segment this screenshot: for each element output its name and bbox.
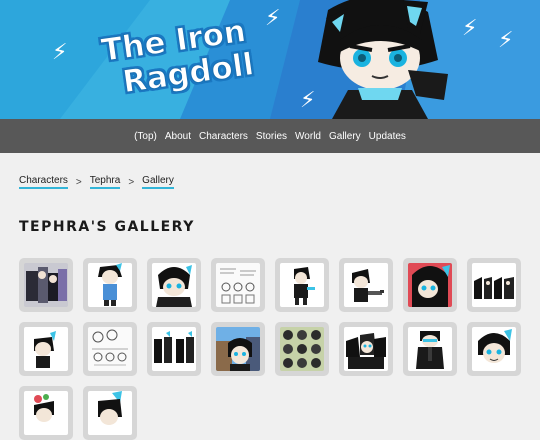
thumbnail-image	[472, 327, 516, 371]
chevron-right-icon: >	[75, 176, 82, 188]
nav-link-top[interactable]: (Top)	[134, 131, 157, 142]
thumbnail-image	[408, 263, 452, 307]
nav-link-gallery[interactable]: Gallery	[329, 131, 361, 142]
thumbnail-image	[152, 263, 196, 307]
gallery-thumbnail[interactable]	[339, 322, 393, 376]
nav-link-about[interactable]: About	[165, 131, 191, 142]
breadcrumb: Characters > Tephra > Gallery	[19, 175, 174, 189]
gallery-thumbnail[interactable]	[403, 258, 457, 312]
gallery-thumbnail[interactable]	[83, 322, 137, 376]
breadcrumb-link-characters[interactable]: Characters	[19, 175, 68, 189]
gallery-thumbnail[interactable]	[147, 322, 201, 376]
thumbnail-image	[88, 391, 132, 435]
thumbnail-image	[216, 263, 260, 307]
thumbnail-image	[344, 263, 388, 307]
gallery-thumbnail[interactable]	[403, 322, 457, 376]
thumbnail-image	[24, 263, 68, 307]
thumbnail-image	[88, 263, 132, 307]
site-banner: ⚡ ⚡ ⚡ ⚡ ⚡ The Iron Ragdoll	[0, 0, 540, 119]
gallery-thumbnail[interactable]	[83, 258, 137, 312]
thumbnail-image	[280, 263, 324, 307]
thumbnail-image	[344, 327, 388, 371]
breadcrumb-link-gallery[interactable]: Gallery	[142, 175, 174, 189]
gallery-thumbnail[interactable]	[211, 322, 265, 376]
gallery-thumbnail[interactable]	[83, 386, 137, 440]
gallery-thumbnail[interactable]	[275, 258, 329, 312]
mascot-illustration	[318, 0, 448, 119]
thumbnail-image	[216, 327, 260, 371]
thumbnail-image	[472, 263, 516, 307]
gallery-thumbnail[interactable]	[211, 258, 265, 312]
gallery-thumbnail[interactable]	[19, 386, 73, 440]
gallery-thumbnail[interactable]	[19, 322, 73, 376]
lightning-bolt-icon: ⚡	[498, 28, 514, 53]
thumbnail-image	[24, 327, 68, 371]
gallery-grid	[19, 258, 525, 440]
nav-link-world[interactable]: World	[295, 131, 321, 142]
main-navigation: (Top) About Characters Stories World Gal…	[0, 119, 540, 153]
thumbnail-image	[88, 327, 132, 371]
nav-link-stories[interactable]: Stories	[256, 131, 287, 142]
gallery-thumbnail[interactable]	[19, 258, 73, 312]
gallery-thumbnail[interactable]	[467, 258, 521, 312]
thumbnail-image	[152, 327, 196, 371]
gallery-thumbnail[interactable]	[147, 258, 201, 312]
lightning-bolt-icon: ⚡	[265, 6, 281, 31]
breadcrumb-link-tephra[interactable]: Tephra	[89, 175, 121, 189]
nav-link-characters[interactable]: Characters	[199, 131, 248, 142]
thumbnail-image	[408, 327, 452, 371]
nav-link-updates[interactable]: Updates	[369, 131, 406, 142]
chevron-right-icon: >	[128, 176, 135, 188]
page-title: Tephra's Gallery	[19, 219, 195, 235]
thumbnail-image	[24, 391, 68, 435]
gallery-thumbnail[interactable]	[275, 322, 329, 376]
thumbnail-image	[280, 327, 324, 371]
gallery-thumbnail[interactable]	[339, 258, 393, 312]
gallery-thumbnail[interactable]	[467, 322, 521, 376]
lightning-bolt-icon: ⚡	[52, 40, 68, 65]
